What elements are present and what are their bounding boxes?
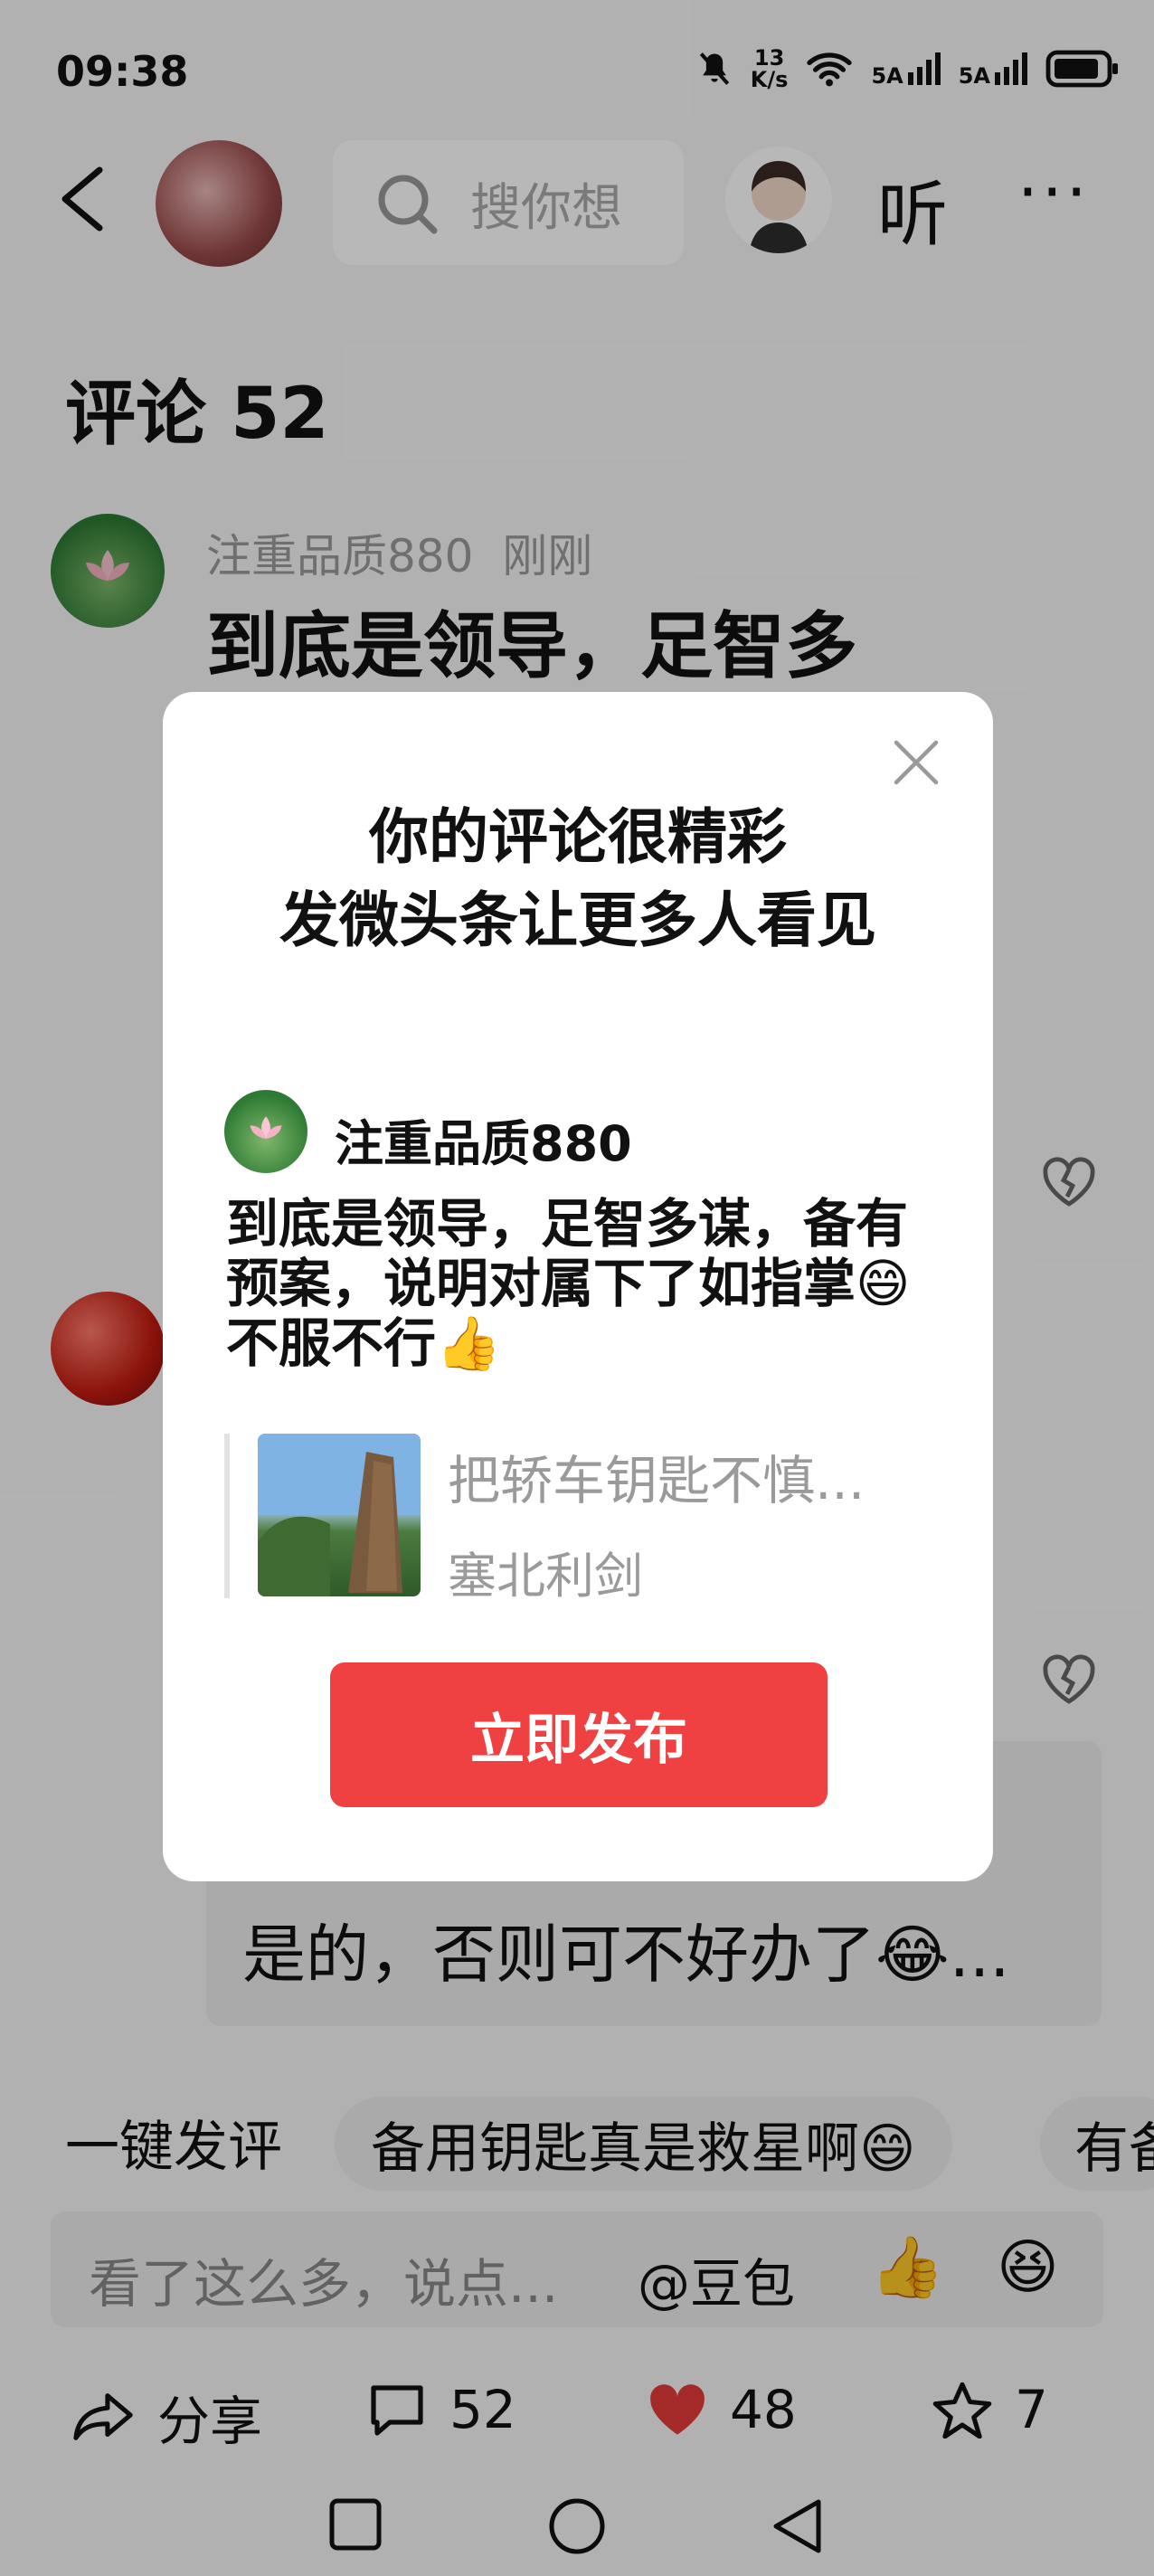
quote-title: 把轿车钥匙不慎... [448,1450,866,1511]
quote-divider [224,1434,230,1598]
quote-thumbnail [258,1434,421,1596]
close-icon[interactable] [891,737,941,788]
modal-title-line-2: 发微头条让更多人看见 [279,886,876,955]
modal-author-avatar [224,1090,307,1173]
modal-author-name: 注重品质880 [335,1115,632,1172]
modal-title-line-1: 你的评论很精彩 [369,802,787,872]
quote-author: 塞北利剑 [448,1548,643,1605]
publish-button[interactable]: 立即发布 [330,1662,828,1807]
modal-title: 你的评论很精彩 发微头条让更多人看见 [163,796,993,962]
modal-comment-text: 到底是领导，足智多谋，备有预案，说明对属下了如指掌😄不服不行👍 [226,1193,911,1374]
